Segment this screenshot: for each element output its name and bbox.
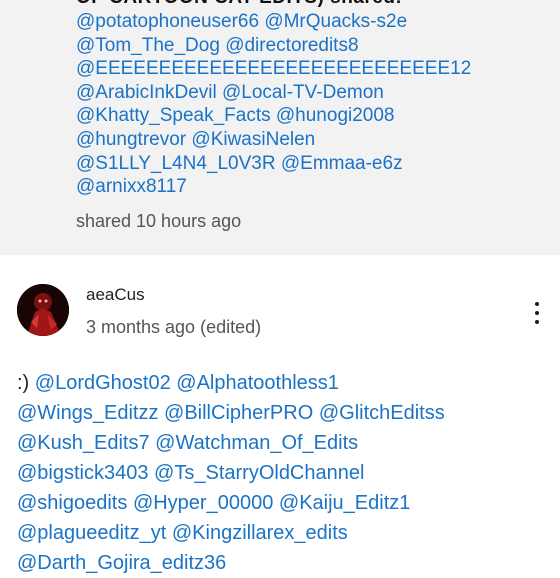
mention-link[interactable]: @plagueeditz_yt xyxy=(17,522,166,544)
comment-body: :) @LordGhost02 @Alphatoothless1 @Wings_E… xyxy=(17,368,445,578)
avatar[interactable] xyxy=(17,284,69,336)
mention-link[interactable]: @Alphatoothless1 xyxy=(176,372,339,394)
mention-line[interactable]: @arnixx8117 xyxy=(76,175,471,199)
mention-line[interactable]: @Tom_The_Dog @directoredits8 xyxy=(76,34,471,58)
shared-card: OF CARTOON CAT EDITS) shared: @potatopho… xyxy=(0,0,560,255)
mention-line[interactable]: @potatophoneuser66 @MrQuacks-s2e xyxy=(76,10,471,34)
mention-link[interactable]: @Hyper_00000 xyxy=(133,492,273,514)
comment-line: @plagueeditz_yt @Kingzillarex_edits xyxy=(17,518,445,548)
avatar-image xyxy=(17,284,69,336)
mention-line[interactable]: @hungtrevor @KiwasiNelen xyxy=(76,128,471,152)
more-vert-icon[interactable] xyxy=(528,298,546,328)
comment-line: @bigstick3403 @Ts_StarryOldChannel xyxy=(17,458,445,488)
mention-line[interactable]: @S1LLY_L4N4_L0V3R @Emmaa-e6z xyxy=(76,152,471,176)
mention-link[interactable]: @BillCipherPRO xyxy=(164,402,313,424)
comment-line: :) @LordGhost02 @Alphatoothless1 xyxy=(17,368,445,398)
mention-link[interactable]: @shigoedits xyxy=(17,492,127,514)
mention-link[interactable]: @Watchman_Of_Edits xyxy=(155,432,358,454)
comment-prefix: :) xyxy=(17,372,35,394)
mention-line[interactable]: @ArabicInkDevil @Local-TV-Demon xyxy=(76,81,471,105)
mention-link[interactable]: @Kush_Edits7 xyxy=(17,432,150,454)
mention-line[interactable]: @Khatty_Speak_Facts @hunogi2008 xyxy=(76,104,471,128)
comment-line: @Darth_Gojira_editz36 xyxy=(17,548,445,578)
comment-author[interactable]: aeaCus xyxy=(86,285,145,305)
mention-link[interactable]: @Wings_Editzz xyxy=(17,402,158,424)
mention-line[interactable]: @EEEEEEEEEEEEEEEEEEEEEEEEEEEE12 xyxy=(76,57,471,81)
shared-heading: OF CARTOON CAT EDITS) shared: xyxy=(76,0,402,9)
mention-link[interactable]: @Ts_StarryOldChannel xyxy=(154,462,364,484)
mention-link[interactable]: @bigstick3403 xyxy=(17,462,148,484)
shared-mentions: @potatophoneuser66 @MrQuacks-s2e @Tom_Th… xyxy=(76,10,471,199)
shared-timestamp: shared 10 hours ago xyxy=(76,211,242,231)
comment-line: @shigoedits @Hyper_00000 @Kaiju_Editz1 xyxy=(17,488,445,518)
comment-line: @Kush_Edits7 @Watchman_Of_Edits xyxy=(17,428,445,458)
divider xyxy=(0,255,560,267)
comment-timestamp: 3 months ago (edited) xyxy=(86,317,262,337)
mention-link[interactable]: @Kingzillarex_edits xyxy=(172,522,348,544)
mention-link[interactable]: @GlitchEditss xyxy=(319,402,445,424)
mention-link[interactable]: @LordGhost02 xyxy=(35,372,171,394)
mention-link[interactable]: @Kaiju_Editz1 xyxy=(279,492,410,514)
mention-link[interactable]: @Darth_Gojira_editz36 xyxy=(17,552,226,574)
comment-line: @Wings_Editzz @BillCipherPRO @GlitchEdit… xyxy=(17,398,445,428)
